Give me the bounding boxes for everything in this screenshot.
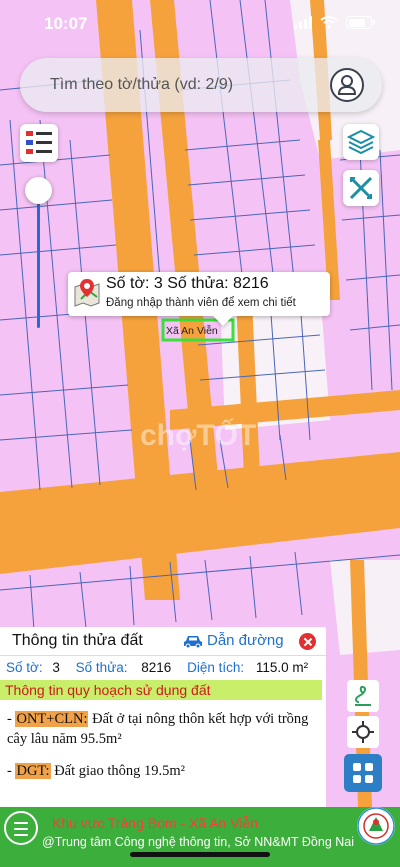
zone-description: Đất giao thông 19.5m² <box>50 763 186 779</box>
menu-button[interactable] <box>4 811 38 845</box>
locate-button[interactable] <box>347 716 379 748</box>
zone-code: ONT+CLN: <box>15 711 89 727</box>
status-time: 10:07 <box>44 14 88 33</box>
layers-icon <box>347 129 375 155</box>
popup-subtitle: Đăng nhập thành viên để xem chi tiết <box>106 297 296 309</box>
hamburger-icon <box>14 822 28 824</box>
planning-header: Thông tin quy hoạch sử dụng đất <box>0 680 322 700</box>
car-icon <box>184 635 202 648</box>
panel-title: Thông tin thửa đất <box>12 632 143 649</box>
parcel-info-panel: Thông tin thửa đất Dẫn đường Số tờ: 3 Số… <box>0 627 326 807</box>
measure-button[interactable] <box>343 170 379 206</box>
grid-menu-button[interactable] <box>344 754 382 792</box>
parcel-label: Số thửa: <box>75 660 128 675</box>
watermark-text: chợTỐT <box>140 418 256 452</box>
panel-divider <box>0 655 326 656</box>
close-button[interactable] <box>299 633 316 650</box>
layers-button[interactable] <box>343 124 379 160</box>
slider-track <box>37 188 40 328</box>
search-bar <box>20 58 382 112</box>
sheet-label: Số tờ: <box>6 660 43 675</box>
status-bar: 10:07 <box>0 0 400 50</box>
draw-button[interactable] <box>347 680 379 712</box>
bottom-bar: Khu vực Trảng Bom - Xã An Viễn @Trung tâ… <box>0 807 400 867</box>
user-icon <box>337 75 357 95</box>
zone-item: - ONT+CLN: Đất ở tại nông thôn kết hợp v… <box>7 709 319 749</box>
sheet-value: 3 <box>52 660 60 675</box>
map-pin-icon <box>74 279 100 307</box>
home-indicator <box>130 852 270 857</box>
wifi-icon <box>320 16 338 29</box>
popup-title: Số tờ: 3 Số thửa: 8216 <box>106 275 269 292</box>
zone-item: - DGT: Đất giao thông 19.5m² <box>7 761 319 781</box>
legend-list-icon <box>26 131 52 154</box>
hamburger-icon <box>14 834 28 836</box>
slider-thumb[interactable] <box>25 177 52 204</box>
search-input[interactable] <box>50 68 320 102</box>
map-tool-controls <box>342 676 384 794</box>
zone-code: DGT: <box>15 763 51 779</box>
signal-icon <box>294 16 312 29</box>
credit-text: @Trung tâm Công nghệ thông tin, Sở NN&MT… <box>42 835 355 849</box>
parcel-summary-row: Số tờ: 3 Số thửa: 8216 Diện tích: 115.0 … <box>6 660 324 675</box>
status-icons <box>294 16 375 29</box>
grid-menu-icon <box>353 763 373 783</box>
opacity-slider[interactable] <box>22 172 56 332</box>
directions-button[interactable]: Dẫn đường <box>183 632 284 649</box>
hamburger-icon <box>14 828 28 830</box>
user-button[interactable] <box>330 68 364 102</box>
parcel-popup[interactable]: Số tờ: 3 Số thửa: 8216 Đăng nhập thành v… <box>68 272 330 316</box>
emblem-logo <box>357 807 395 845</box>
area-title: Khu vực Trảng Bom - Xã An Viễn <box>52 815 259 831</box>
locate-crosshair-icon <box>352 721 374 743</box>
battery-icon <box>346 16 375 29</box>
area-label: Diện tích: <box>187 660 245 675</box>
draw-icon <box>355 685 371 706</box>
measure-tool-icon <box>349 176 373 200</box>
commune-label: Xã An Viễn <box>166 325 218 337</box>
area-value: 115.0 m² <box>255 660 309 675</box>
legend-button[interactable] <box>20 124 58 162</box>
parcel-value: 8216 <box>141 660 172 675</box>
directions-label: Dẫn đường <box>207 632 284 649</box>
